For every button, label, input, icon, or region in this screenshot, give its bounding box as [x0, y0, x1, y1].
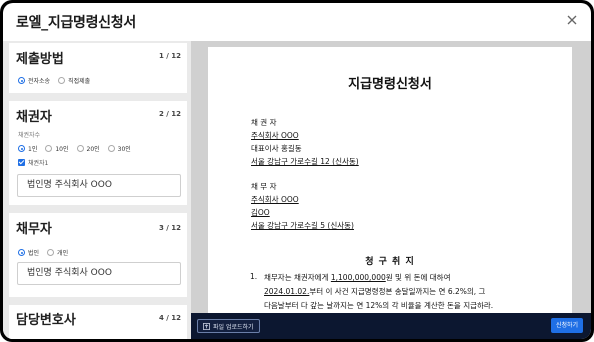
- claim-line-2: 2024.01.02.부터 이 사건 지급명령정본 송달일까지는 연 6.2%의…: [264, 286, 485, 297]
- debtor-company: 주식회사 OOO: [251, 195, 299, 204]
- step-card-attorney: 담당변호사 4 / 12: [9, 305, 187, 339]
- radio-direct[interactable]: 직접제출: [58, 76, 90, 85]
- radio-corporation[interactable]: 법인: [18, 248, 39, 257]
- claim-text: 원 및 위 돈에 대하여: [385, 273, 451, 282]
- apply-button[interactable]: 신청하기: [551, 318, 583, 333]
- radio-unselected-icon: [47, 249, 55, 256]
- radio-selected-icon: [18, 249, 25, 256]
- radio-unselected-icon: [45, 145, 53, 152]
- step-card-debtor: 채무자 3 / 12 법인 개인 법인명 주식회사 OOO: [9, 213, 187, 297]
- step-title: 채권자: [16, 110, 52, 125]
- radio-label: 1인: [28, 146, 38, 153]
- debtor-address: 서울 강남구 가로수길 5 (신사동): [251, 221, 354, 230]
- modal-header: 로엘_지급명령신청서: [3, 3, 591, 41]
- radio-label: 개인: [57, 250, 69, 257]
- radio-electronic[interactable]: 전자소송: [18, 76, 50, 85]
- radio-unselected-icon: [58, 77, 66, 84]
- creditor-count-radio-group: 1인 10인 20인 30인: [18, 144, 139, 153]
- step-title: 제출방법: [16, 52, 64, 67]
- radio-unselected-icon: [107, 145, 115, 152]
- close-icon[interactable]: [565, 13, 579, 27]
- radio-label: 10인: [55, 146, 69, 153]
- step-title: 채무자: [16, 222, 52, 237]
- radio-unselected-icon: [76, 145, 84, 152]
- step-card-creditor: 채권자 2 / 12 채권자수 1인 10인 20인 30인 채권자1 법인명 …: [9, 101, 187, 205]
- step-title: 담당변호사: [16, 313, 76, 328]
- claim-line-1: 채무자는 채권자에게 1,100,000,000원 및 위 돈에 대하여: [264, 272, 451, 283]
- radio-count-1[interactable]: 1인: [18, 144, 37, 153]
- creditor-address: 서울 강남구 가로수길 12 (신사동): [251, 157, 359, 166]
- document-preview[interactable]: 지급명령신청서 채 권 자 주식회사 OOO 대표이사 홍길동 서울 강남구 가…: [191, 41, 591, 313]
- creditor-company: 주식회사 OOO: [251, 131, 299, 140]
- creditor-name-input[interactable]: 법인명 주식회사 OOO: [17, 174, 181, 197]
- radio-selected-icon: [18, 77, 25, 84]
- creditor-rep: 대표이사 홍길동: [251, 144, 302, 153]
- step-counter: 2 / 12: [158, 110, 181, 118]
- document-title: 지급명령신청서: [348, 77, 432, 92]
- radio-count-20[interactable]: 20인: [76, 144, 100, 153]
- claim-amount: 1,100,000,000: [330, 273, 386, 282]
- claim-text: 부터 이 사건 지급명령정본 송달일까지는 연 6.2%의, 그: [309, 287, 486, 296]
- document-page: 지급명령신청서 채 권 자 주식회사 OOO 대표이사 홍길동 서울 강남구 가…: [208, 47, 572, 313]
- step-counter: 4 / 12: [158, 314, 181, 322]
- creditor-label: 채 권 자: [251, 118, 277, 127]
- radio-individual[interactable]: 개인: [47, 248, 68, 257]
- radio-label: 직접제출: [68, 78, 91, 85]
- creditor-1-checkbox[interactable]: 채권자1: [18, 158, 48, 167]
- window-frame: 로엘_지급명령신청서 제출방법 1 / 12 전자소송 직접제출 채권자 2 /…: [0, 0, 594, 342]
- modal-title: 로엘_지급명령신청서: [16, 15, 136, 31]
- claim-text: 채무자는 채권자에게: [264, 273, 331, 282]
- submission-radio-group: 전자소송 직접제출: [18, 76, 98, 85]
- debtor-type-radio-group: 법인 개인: [18, 248, 76, 257]
- debtor-rep: 김OO: [251, 208, 270, 217]
- debtor-name-input[interactable]: 법인명 주식회사 OOO: [17, 262, 181, 285]
- claim-number: 1.: [250, 272, 258, 281]
- claim-section-title: 청 구 취 지: [365, 257, 415, 267]
- radio-selected-icon: [18, 145, 25, 152]
- action-footer: 파일 업로드하기 신청하기: [191, 313, 591, 339]
- step-sidebar[interactable]: 제출방법 1 / 12 전자소송 직접제출 채권자 2 / 12 채권자수 1인…: [3, 41, 191, 339]
- radio-label: 법인: [28, 250, 40, 257]
- step-counter: 1 / 12: [158, 52, 181, 60]
- step-card-submission: 제출방법 1 / 12 전자소송 직접제출: [9, 43, 187, 93]
- modal-dialog: 로엘_지급명령신청서 제출방법 1 / 12 전자소송 직접제출 채권자 2 /…: [3, 3, 591, 339]
- upload-file-button[interactable]: 파일 업로드하기: [197, 319, 260, 333]
- radio-count-10[interactable]: 10인: [45, 144, 69, 153]
- radio-label: 20인: [86, 146, 100, 153]
- checkbox-checked-icon: [18, 159, 25, 166]
- checkbox-label: 채권자1: [28, 160, 49, 167]
- claim-line-3: 다음날부터 다 갚는 날까지는 연 12%의 각 비율을 계산한 돈을 지급하라…: [264, 301, 494, 310]
- radio-label: 전자소송: [28, 78, 51, 85]
- debtor-label: 채 무 자: [251, 182, 277, 191]
- claim-date: 2024.01.02.: [264, 287, 310, 296]
- upload-button-label: 파일 업로드하기: [213, 323, 254, 331]
- radio-count-30[interactable]: 30인: [107, 144, 131, 153]
- radio-label: 30인: [117, 146, 131, 153]
- creditor-count-caption: 채권자수: [18, 132, 41, 139]
- step-counter: 3 / 12: [158, 224, 181, 232]
- upload-icon: [203, 322, 210, 330]
